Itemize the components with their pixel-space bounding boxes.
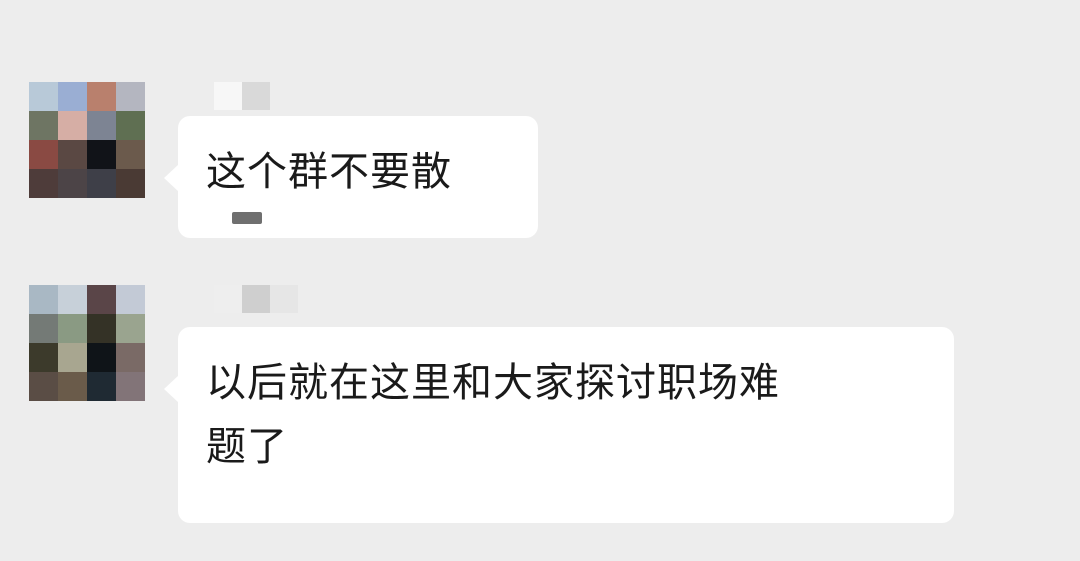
avatar-pixel <box>58 372 87 401</box>
redacted-mark <box>232 212 262 224</box>
avatar-pixel <box>87 285 116 314</box>
avatar-pixel <box>87 111 116 140</box>
message-text: 以后就在这里和大家探讨职场难 题了 <box>206 360 780 470</box>
avatar-pixel <box>29 140 58 169</box>
avatar[interactable] <box>29 82 175 198</box>
avatar-pixel <box>29 82 58 111</box>
avatar-pixel <box>116 169 145 198</box>
avatar-pixel <box>116 285 145 314</box>
avatar-pixel <box>87 343 116 372</box>
avatar-pixel <box>58 314 87 343</box>
nickname-pixel <box>270 285 298 313</box>
avatar-pixel <box>29 285 58 314</box>
message-text: 这个群不要散 <box>206 149 452 195</box>
avatar-pixel <box>116 111 145 140</box>
avatar-pixel <box>29 372 58 401</box>
nickname-pixel <box>186 285 214 313</box>
avatar-pixel <box>116 82 145 111</box>
avatar-pixel <box>87 314 116 343</box>
avatar[interactable] <box>29 285 175 401</box>
sender-name-blurred <box>186 82 298 112</box>
avatar-pixel <box>87 82 116 111</box>
avatar-pixel <box>116 343 145 372</box>
avatar-pixel <box>116 314 145 343</box>
avatar-pixel <box>58 82 87 111</box>
nickname-pixel <box>214 82 242 110</box>
nickname-pixel <box>186 82 214 110</box>
avatar-pixel <box>58 111 87 140</box>
avatar-pixel <box>29 111 58 140</box>
nickname-pixel <box>214 285 242 313</box>
avatar-pixel <box>58 285 87 314</box>
avatar-pixel <box>87 169 116 198</box>
avatar-pixel <box>29 343 58 372</box>
avatar-pixel <box>29 314 58 343</box>
avatar-pixel <box>58 140 87 169</box>
sender-name-blurred <box>186 285 298 315</box>
avatar-pixel <box>29 169 58 198</box>
nickname-pixel <box>242 82 270 110</box>
chat-area: 这个群不要散 以后就在这里和大家探讨职场难 题了 <box>0 0 1080 561</box>
avatar-pixel <box>58 169 87 198</box>
nickname-pixel <box>242 285 270 313</box>
message-bubble[interactable]: 以后就在这里和大家探讨职场难 题了 <box>164 327 954 523</box>
avatar-pixel <box>87 140 116 169</box>
avatar-pixel <box>58 343 87 372</box>
avatar-pixel <box>87 372 116 401</box>
avatar-pixel <box>116 372 145 401</box>
avatar-pixel <box>116 140 145 169</box>
nickname-pixel <box>270 82 298 110</box>
